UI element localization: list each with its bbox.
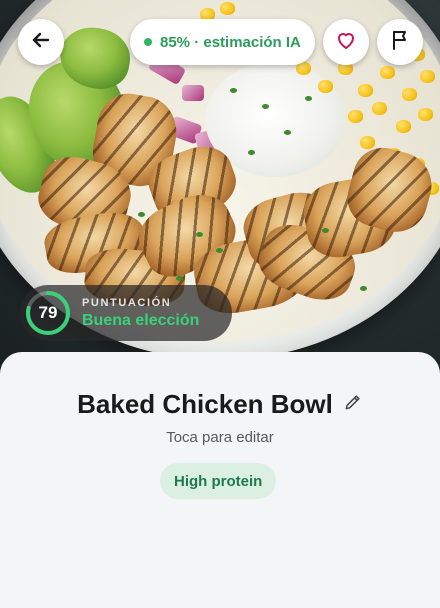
report-button[interactable]: [377, 19, 423, 65]
score-ring: 79: [24, 289, 72, 337]
cilantro: [305, 96, 312, 101]
score-card[interactable]: 79 PUNTUACIÓN Buena elección: [20, 285, 232, 341]
corn: [420, 70, 435, 83]
cilantro: [322, 228, 329, 233]
ai-estimate-text: 85% · estimación IA: [160, 33, 301, 51]
corn: [396, 120, 411, 133]
dish-title[interactable]: Baked Chicken Bowl: [77, 389, 333, 420]
corn: [402, 88, 417, 101]
ai-estimate-badge: 85% · estimación IA: [130, 19, 315, 65]
cilantro: [216, 248, 223, 253]
corn: [360, 136, 375, 149]
corn: [418, 108, 433, 121]
score-verdict: Buena elección: [82, 311, 200, 329]
heart-outline-icon: [334, 28, 358, 57]
cilantro: [176, 276, 183, 281]
cilantro: [196, 232, 203, 237]
cilantro: [248, 150, 255, 155]
edit-hint: Toca para editar: [166, 429, 274, 446]
corn: [358, 84, 373, 97]
title-row[interactable]: Baked Chicken Bowl: [0, 389, 440, 420]
corn: [348, 110, 363, 123]
details-sheet: Baked Chicken Bowl Toca para editar High…: [0, 352, 440, 608]
corn: [220, 2, 235, 15]
cilantro: [230, 88, 237, 93]
score-value: 79: [38, 303, 58, 322]
cilantro: [262, 104, 269, 109]
flag-icon: [388, 28, 412, 57]
cilantro: [284, 130, 291, 135]
tag-chip: High protein: [160, 463, 277, 499]
cilantro: [360, 286, 367, 291]
arrow-left-icon: [29, 28, 53, 57]
cilantro: [138, 212, 145, 217]
score-label: PUNTUACIÓN: [82, 296, 172, 309]
pencil-icon[interactable]: [343, 392, 363, 417]
corn: [380, 66, 395, 79]
corn: [318, 80, 333, 93]
favorite-button[interactable]: [323, 19, 369, 65]
score-text: PUNTUACIÓN Buena elección: [82, 297, 199, 330]
status-dot: [144, 38, 152, 46]
red-onion: [182, 85, 204, 101]
corn: [372, 102, 387, 115]
back-button[interactable]: [18, 19, 64, 65]
